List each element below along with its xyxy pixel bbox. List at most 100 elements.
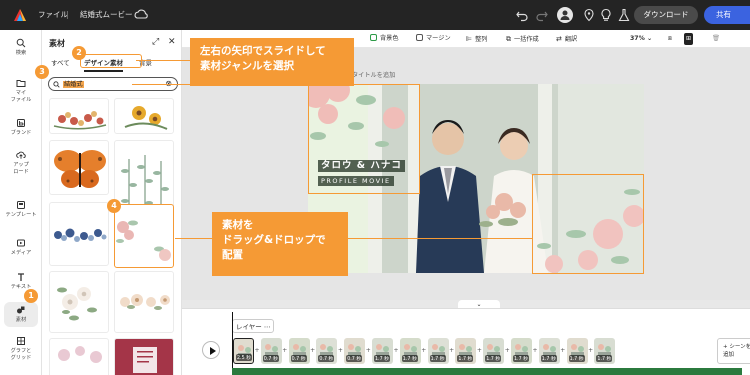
tab-all[interactable]: すべて: [51, 56, 70, 70]
scene-clip[interactable]: 1.7 秒: [372, 338, 393, 364]
share-button[interactable]: 共有: [704, 6, 750, 24]
clip-duration: 1.7 秒: [540, 355, 557, 362]
scene-clip[interactable]: 0.7 秒: [288, 338, 310, 364]
insert-scene-icon[interactable]: +: [366, 347, 371, 354]
rail-item-my-files[interactable]: マイ ファイル: [0, 78, 42, 103]
lightbulb-icon[interactable]: [599, 8, 613, 22]
rail-item-search[interactable]: 検索: [0, 38, 42, 57]
panel-title: 素材: [49, 39, 65, 48]
rail-label: 素材: [15, 317, 27, 323]
insert-scene-icon[interactable]: +: [588, 347, 593, 354]
margin-icon: [416, 34, 423, 41]
chevron-down-icon: ⌄: [476, 301, 482, 308]
grid-toggle-icon[interactable]: ⊞: [684, 33, 694, 45]
callout-drag-drop: 素材を ドラッグ&ドロップで 配置: [212, 212, 348, 276]
scene-clip[interactable]: 1.7 秒: [427, 338, 449, 364]
batch-create-icon: ⧉: [506, 35, 511, 43]
scene-clip[interactable]: 1.7 秒: [511, 338, 532, 364]
scene-clip[interactable]: 2.5 秒: [233, 338, 254, 364]
expand-icon[interactable]: ⤢: [152, 37, 159, 47]
element-thumb[interactable]: [114, 338, 174, 375]
element-thumb-selected[interactable]: [114, 204, 174, 268]
insert-scene-icon[interactable]: +: [282, 347, 287, 354]
search-icon: [16, 38, 26, 48]
scene-clip[interactable]: 0.7 秒: [316, 338, 338, 364]
zoom-select[interactable]: 37% ⌄: [630, 30, 652, 48]
element-thumb[interactable]: [49, 202, 109, 266]
insert-scene-icon[interactable]: +: [255, 347, 260, 354]
element-thumb[interactable]: [49, 271, 109, 333]
clip-duration: 1.7 秒: [485, 355, 502, 362]
layers-icon[interactable]: ⧈: [668, 30, 672, 48]
trash-icon[interactable]: 🗑: [712, 30, 720, 48]
element-thumb[interactable]: [49, 98, 109, 134]
rail-item-charts-grids[interactable]: グラフと グリッド: [0, 336, 42, 361]
element-thumb[interactable]: [49, 140, 109, 195]
selection-box-bottom-right-flowers[interactable]: [532, 174, 644, 274]
chevron-down-icon: ⌄: [646, 35, 653, 42]
margin-button[interactable]: マージン: [416, 30, 451, 48]
divider: |: [66, 10, 69, 19]
element-thumb[interactable]: [114, 98, 174, 134]
scene-clip[interactable]: 1.7 秒: [483, 338, 505, 364]
project-name[interactable]: 結婚式ムービー: [80, 0, 133, 30]
undo-icon[interactable]: [515, 8, 529, 22]
rail-item-brand[interactable]: ブランド: [0, 118, 42, 137]
scene-clip[interactable]: 1.7 秒: [594, 338, 616, 364]
canvas-scroll-area[interactable]: [736, 78, 750, 300]
rail-item-text[interactable]: テキスト: [0, 272, 42, 291]
avatar[interactable]: [557, 7, 573, 23]
insert-scene-icon[interactable]: +: [560, 347, 565, 354]
cloud-icon: [134, 9, 148, 19]
batch-create-button[interactable]: ⧉ 一括作成: [506, 30, 539, 49]
clip-duration: 1.7 秒: [401, 355, 418, 362]
rail-item-upload[interactable]: アップ ロード: [0, 150, 42, 175]
insert-scene-icon[interactable]: +: [505, 347, 510, 354]
selection-box-top-left-flowers[interactable]: [308, 84, 420, 194]
element-thumb[interactable]: [49, 338, 109, 375]
scene-clip[interactable]: 0.7 秒: [260, 338, 282, 364]
rail-item-media[interactable]: メディア: [0, 238, 42, 257]
flask-icon[interactable]: [617, 8, 631, 22]
rail-label: グラフと グリッド: [10, 348, 32, 361]
step-badge-1: 1: [24, 289, 38, 303]
audio-track[interactable]: [232, 368, 742, 375]
adobe-express-logo[interactable]: [13, 8, 27, 22]
add-title-hint[interactable]: タイトルを追加: [352, 70, 395, 79]
layer-tag[interactable]: レイヤー ⋯: [232, 319, 275, 333]
insert-scene-icon[interactable]: +: [533, 347, 538, 354]
insert-scene-icon[interactable]: +: [394, 347, 399, 354]
add-scene-button[interactable]: + シーンを 追加: [717, 338, 750, 364]
rail-item-templates[interactable]: テンプレート: [0, 200, 42, 219]
comment-pin-icon[interactable]: [582, 8, 596, 22]
rail-item-elements[interactable]: 素材: [4, 302, 38, 327]
insert-scene-icon[interactable]: +: [338, 347, 343, 354]
play-button[interactable]: [202, 341, 220, 359]
align-button[interactable]: ⊫ 整列: [466, 30, 487, 49]
file-menu[interactable]: ファイル: [38, 0, 68, 30]
clip-duration: 0.7 秒: [290, 355, 307, 362]
scene-clip[interactable]: 1.7 秒: [399, 338, 421, 364]
scene-clip[interactable]: 1.7 秒: [538, 338, 560, 364]
insert-scene-icon[interactable]: +: [477, 347, 482, 354]
scene-clip[interactable]: 1.7 秒: [455, 338, 477, 364]
download-button[interactable]: ダウンロード: [634, 6, 698, 24]
insert-scene-icon[interactable]: +: [310, 347, 315, 354]
scene-clip[interactable]: 1.7 秒: [566, 338, 588, 364]
tab-highlight-box: [80, 54, 142, 68]
rail-label: テンプレート: [5, 212, 37, 218]
insert-scene-icon[interactable]: +: [421, 347, 426, 354]
insert-scene-icon[interactable]: +: [449, 347, 454, 354]
background-color-button[interactable]: 背景色: [370, 30, 399, 48]
redo-icon[interactable]: [535, 8, 549, 22]
grid-icon: [17, 337, 25, 345]
clip-duration: 1.7 秒: [568, 355, 585, 362]
play-icon: [210, 347, 216, 355]
scene-clip[interactable]: 0.7 秒: [344, 338, 366, 364]
tool-label: マージン: [426, 35, 451, 42]
clip-duration: 1.7 秒: [374, 355, 390, 362]
element-thumb[interactable]: [114, 271, 174, 333]
brand-icon: [17, 119, 25, 127]
translate-button[interactable]: ⇄ 翻訳: [556, 30, 577, 49]
close-icon[interactable]: ✕: [168, 37, 176, 47]
